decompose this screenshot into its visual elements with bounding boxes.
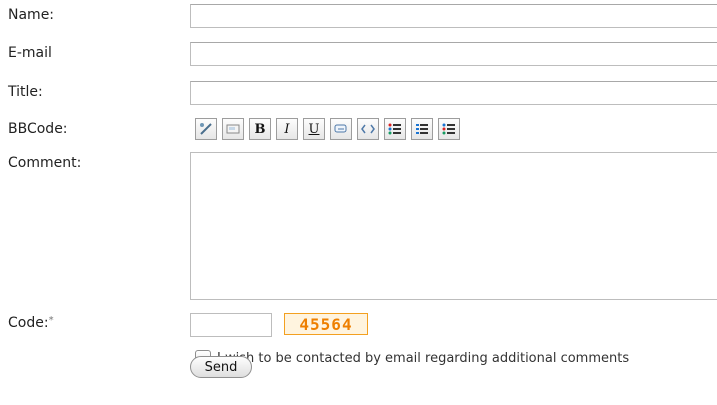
comment-textarea[interactable] xyxy=(190,152,717,300)
code-label: Code:* xyxy=(8,315,54,331)
underline-icon[interactable]: U xyxy=(303,118,325,140)
contact-checkbox-label: I wish to be contacted by email regardin… xyxy=(217,350,630,366)
captcha-image: 45564 xyxy=(284,313,368,335)
bbcode-toolbar: B I U xyxy=(195,118,460,142)
image-icon[interactable] xyxy=(222,118,244,140)
name-input[interactable] xyxy=(190,4,717,28)
name-label: Name: xyxy=(8,7,55,23)
contact-checkbox-row: I wish to be contacted by email regardin… xyxy=(195,350,629,366)
bbcode-label: BBCode: xyxy=(8,121,68,137)
email-input[interactable] xyxy=(190,42,717,66)
code-label-text: Code: xyxy=(8,315,49,331)
bold-text: B xyxy=(254,121,266,137)
send-button[interactable]: Send xyxy=(190,356,252,378)
italic-text: I xyxy=(284,121,290,137)
list-icon[interactable] xyxy=(438,118,460,140)
numbered-list-icon[interactable] xyxy=(411,118,433,140)
code-icon[interactable] xyxy=(357,118,379,140)
required-marker: * xyxy=(48,315,54,326)
italic-icon[interactable]: I xyxy=(276,118,298,140)
comment-label: Comment: xyxy=(8,155,82,171)
title-label: Title: xyxy=(8,84,43,100)
code-input[interactable] xyxy=(190,313,272,337)
send-button-label: Send xyxy=(204,359,238,375)
title-input[interactable] xyxy=(190,81,717,105)
link-icon[interactable] xyxy=(195,118,217,140)
quote-icon[interactable] xyxy=(330,118,352,140)
email-label: E-mail xyxy=(8,45,52,61)
bullet-list-icon[interactable] xyxy=(384,118,406,140)
underline-text: U xyxy=(308,121,320,137)
bold-icon[interactable]: B xyxy=(249,118,271,140)
